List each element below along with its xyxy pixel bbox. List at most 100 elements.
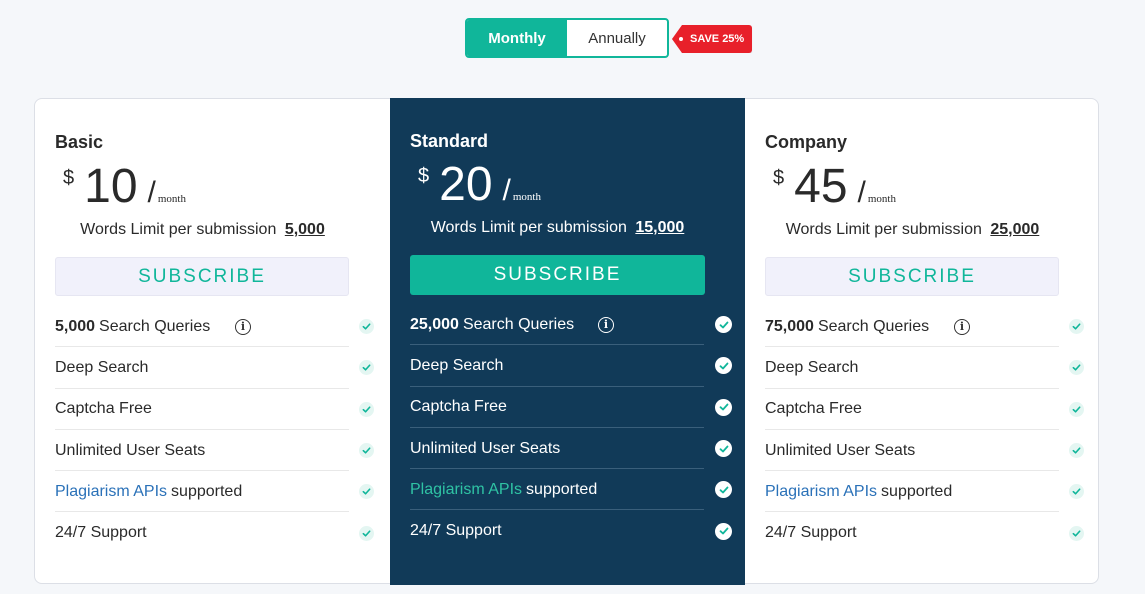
price: $ 45 / month	[773, 159, 896, 214]
check-icon	[359, 401, 374, 417]
plan-card-basic: Basic $ 10 / month Words Limit per submi…	[35, 99, 390, 585]
feature-label: Deep Search	[765, 358, 859, 376]
price-period: month	[157, 193, 186, 205]
price-period: month	[512, 191, 541, 203]
feature-deep-search: Deep Search	[55, 347, 375, 389]
words-limit: Words Limit per submission 15,000	[390, 219, 705, 237]
check-icon	[1069, 401, 1084, 417]
feature-label: Captcha Free	[410, 398, 507, 416]
words-limit: Words Limit per submission 5,000	[35, 221, 350, 239]
feature-deep-search: Deep Search	[410, 345, 732, 387]
plan-card-company: Company $ 45 / month Words Limit per sub…	[745, 99, 1100, 585]
feature-captcha-free: Captcha Free	[765, 389, 1085, 430]
price-amount: 10	[84, 160, 138, 213]
check-icon	[359, 484, 374, 500]
feature-captcha-free: Captcha Free	[410, 387, 732, 428]
feature-label: Unlimited User Seats	[410, 439, 561, 457]
plan-card-standard: Standard $ 20 / month Words Limit per su…	[390, 98, 745, 585]
feature-user-seats: Unlimited User Seats	[410, 428, 732, 470]
queries-label: Search Queries	[462, 315, 575, 333]
feature-apis: Plagiarism APIs supported	[765, 471, 1085, 513]
pricing-cards: Basic $ 10 / month Words Limit per submi…	[34, 98, 1100, 585]
currency-symbol: $	[63, 167, 75, 189]
subscribe-button[interactable]: SUBSCRIBE	[410, 255, 705, 295]
check-icon	[715, 481, 732, 499]
plagiarism-apis-link[interactable]: Plagiarism APIs	[410, 481, 522, 499]
feature-label: supported	[526, 480, 598, 498]
queries-count: 5,000	[55, 317, 96, 335]
feature-label: Unlimited User Seats	[765, 441, 916, 459]
price-slash: /	[502, 174, 511, 207]
plan-name: Standard	[410, 131, 489, 151]
check-icon	[1069, 443, 1084, 459]
plagiarism-apis-link[interactable]: Plagiarism APIs	[765, 483, 877, 501]
tag-hole-icon	[679, 37, 683, 41]
feature-list: 5,000 Search Queries i Deep Search Captc…	[55, 306, 375, 554]
feature-search-queries: 75,000 Search Queries i	[765, 306, 1085, 348]
check-icon	[1069, 360, 1084, 376]
check-icon	[1069, 484, 1084, 500]
check-icon	[715, 398, 732, 416]
words-limit-value: 25,000	[990, 221, 1040, 238]
plagiarism-apis-link[interactable]: Plagiarism APIs	[55, 483, 167, 501]
check-icon	[359, 525, 374, 541]
check-icon	[715, 440, 732, 458]
words-limit-label: Words Limit per submission	[430, 219, 627, 236]
words-limit-label: Words Limit per submission	[80, 221, 277, 238]
feature-apis: Plagiarism APIs supported	[410, 469, 732, 511]
info-icon[interactable]: i	[235, 318, 251, 335]
queries-label: Search Queries	[817, 317, 930, 335]
feature-label: 24/7 Support	[765, 524, 857, 542]
feature-list: 75,000 Search Queries i Deep Search Capt…	[765, 306, 1085, 554]
feature-user-seats: Unlimited User Seats	[55, 430, 375, 472]
info-icon[interactable]: i	[598, 316, 614, 333]
feature-search-queries: 25,000 Search Queries i	[410, 304, 732, 346]
plan-name: Basic	[55, 132, 104, 152]
monthly-toggle-button[interactable]: Monthly	[467, 20, 567, 56]
price-period: month	[867, 193, 896, 205]
feature-label: Deep Search	[55, 358, 149, 376]
feature-label: supported	[881, 482, 953, 500]
feature-captcha-free: Captcha Free	[55, 389, 375, 430]
subscribe-button[interactable]: SUBSCRIBE	[765, 257, 1059, 296]
feature-support: 24/7 Support	[765, 512, 1085, 553]
queries-label: Search Queries	[99, 317, 211, 335]
price-amount: 20	[439, 158, 493, 211]
feature-label: Unlimited User Seats	[55, 441, 206, 459]
price: $ 20 / month	[418, 157, 541, 212]
check-icon	[359, 360, 374, 376]
price-slash: /	[857, 176, 866, 209]
check-icon	[715, 522, 732, 540]
price-amount: 45	[794, 160, 848, 213]
feature-label: Captcha Free	[55, 400, 152, 418]
info-icon[interactable]: i	[954, 318, 970, 335]
subscribe-button[interactable]: SUBSCRIBE	[55, 257, 349, 296]
feature-user-seats: Unlimited User Seats	[765, 430, 1085, 472]
queries-count: 25,000	[410, 315, 459, 333]
feature-label: Deep Search	[410, 356, 504, 374]
feature-label: 24/7 Support	[55, 524, 147, 542]
check-icon	[359, 319, 374, 335]
feature-label: supported	[171, 482, 243, 500]
save-badge-label: SAVE 25%	[690, 33, 745, 45]
queries-count: 75,000	[765, 317, 814, 335]
save-badge: SAVE 25%	[672, 25, 753, 53]
currency-symbol: $	[773, 167, 785, 189]
feature-label: Captcha Free	[765, 400, 862, 418]
words-limit-value: 5,000	[284, 221, 325, 238]
feature-apis: Plagiarism APIs supported	[55, 471, 375, 513]
check-icon	[359, 443, 374, 459]
currency-symbol: $	[418, 165, 430, 187]
price: $ 10 / month	[63, 159, 186, 214]
feature-list: 25,000 Search Queries i Deep Search Capt…	[410, 304, 732, 552]
price-slash: /	[147, 176, 156, 209]
words-limit-value: 15,000	[635, 219, 685, 236]
annually-toggle-button[interactable]: Annually	[567, 20, 667, 56]
billing-toggle: Monthly Annually	[465, 18, 669, 58]
check-icon	[715, 357, 732, 375]
check-icon	[715, 316, 732, 334]
feature-support: 24/7 Support	[55, 512, 375, 553]
feature-search-queries: 5,000 Search Queries i	[55, 306, 375, 348]
words-limit: Words Limit per submission 25,000	[745, 221, 1060, 239]
feature-deep-search: Deep Search	[765, 347, 1085, 389]
